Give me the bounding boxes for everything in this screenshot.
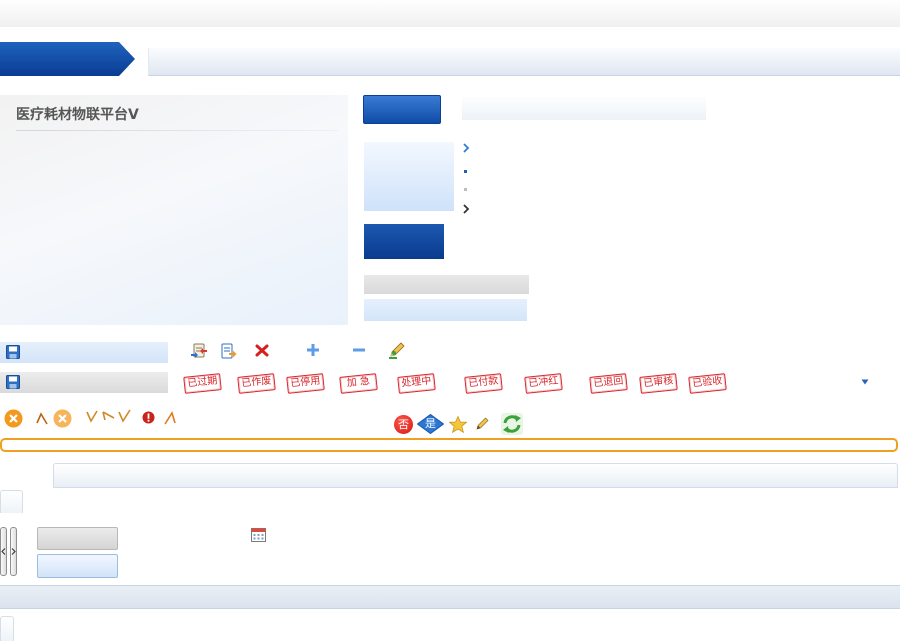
arrow-tab[interactable] (0, 42, 135, 76)
title-strip (462, 95, 706, 120)
chevron-right-icon (11, 548, 16, 555)
focused-input-field[interactable] (0, 438, 898, 452)
chevron-down-icon[interactable] (86, 410, 98, 423)
chevron-up-icon[interactable] (164, 411, 177, 425)
header-bar (148, 48, 900, 76)
scroll-right-handle[interactable] (10, 527, 17, 576)
chevron-right-icon (462, 204, 470, 214)
save-icon[interactable] (6, 345, 20, 359)
chevron-up-icon[interactable] (36, 412, 49, 425)
secondary-button[interactable] (37, 527, 118, 550)
delete-icon[interactable] (255, 344, 269, 357)
warning-icon[interactable] (142, 411, 155, 424)
status-stamp-urgent: 加 急 (339, 373, 378, 394)
status-stamp-void: 已作废 (237, 373, 276, 394)
toolbar-row-active[interactable] (0, 342, 168, 363)
top-bar (0, 0, 900, 27)
tab-bottom[interactable] (0, 616, 14, 641)
toolbar-row-inactive[interactable] (0, 372, 168, 393)
gray-strip (364, 275, 529, 294)
chevron-left-icon[interactable] (102, 410, 115, 423)
no-badge[interactable]: 否 (394, 415, 413, 434)
calendar-icon[interactable] (251, 527, 266, 542)
chevron-left-icon (1, 548, 6, 555)
remove-icon[interactable] (352, 343, 366, 357)
status-stamp-processing: 处理中 (397, 373, 436, 394)
tab-small[interactable] (0, 490, 23, 513)
yes-badge-label: 是 (425, 417, 436, 430)
panel-header (53, 463, 898, 488)
brand-title: 医疗耗材物联平台V (16, 107, 139, 123)
hover-strip (364, 299, 527, 321)
highlight-box (364, 142, 454, 211)
bullet-icon (464, 170, 467, 173)
bullet-icon (464, 188, 467, 191)
edit-icon[interactable] (388, 342, 406, 359)
status-stamp-disabled: 已停用 (286, 373, 325, 394)
status-stamp-reversed: 已冲红 (524, 373, 563, 394)
yes-badge[interactable]: 是 (417, 414, 444, 434)
check-icon[interactable] (118, 409, 131, 423)
cancel-icon[interactable] (4, 409, 23, 428)
save-icon[interactable] (6, 375, 20, 389)
primary-button[interactable] (363, 95, 441, 124)
sync-edit-icon[interactable] (190, 343, 208, 359)
bottom-toolbar (0, 585, 900, 609)
status-stamp-approved: 已审核 (639, 373, 678, 394)
secondary-button-hover[interactable] (37, 554, 118, 578)
selected-button[interactable] (364, 224, 444, 259)
add-icon[interactable] (306, 343, 320, 357)
export-icon[interactable] (220, 343, 237, 360)
brand-divider (16, 130, 338, 131)
status-stamp-returned: 已退回 (589, 373, 628, 394)
refresh-icon[interactable] (500, 412, 524, 436)
star-icon[interactable] (449, 416, 467, 433)
status-stamp-paid: 已付款 (464, 373, 503, 394)
scroll-left-handle[interactable] (0, 527, 7, 576)
cancel-icon[interactable] (53, 409, 72, 428)
chevron-right-icon (462, 143, 470, 153)
dropdown-arrow-icon[interactable] (861, 379, 869, 385)
status-stamp-expired: 已过期 (183, 373, 222, 394)
status-stamp-accepted: 已验收 (688, 373, 727, 394)
pencil-icon[interactable] (476, 417, 489, 430)
